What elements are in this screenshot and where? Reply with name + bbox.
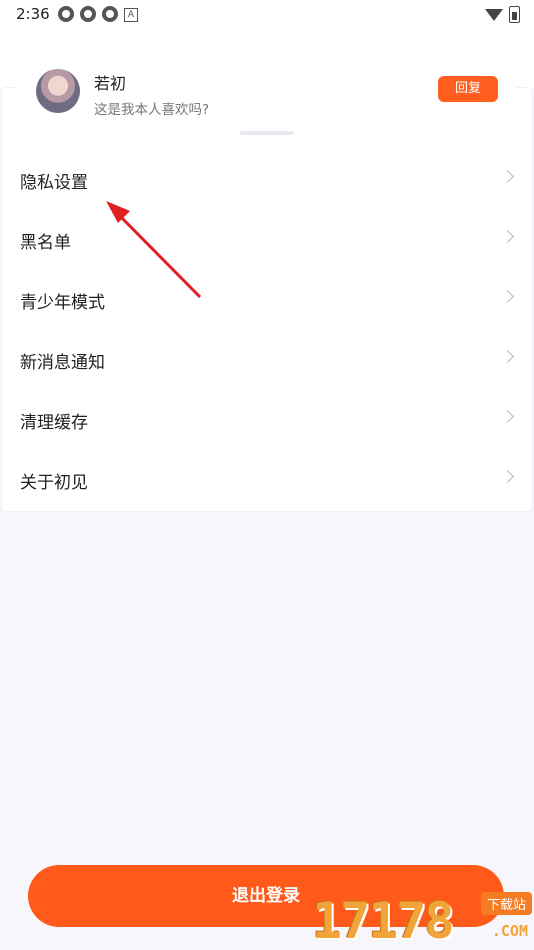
chevron-right-icon: [501, 350, 514, 363]
avatar: [36, 69, 80, 113]
chevron-right-icon: [501, 410, 514, 423]
status-bar: 2:36 A: [0, 0, 534, 28]
menu-item-clear-cache[interactable]: 清理缓存: [2, 388, 532, 448]
menu-item-label: 清理缓存: [20, 413, 88, 433]
message-notification-banner[interactable]: 若初 这是我本人喜欢吗? 回复: [18, 58, 516, 134]
reply-button[interactable]: 回复: [438, 76, 498, 102]
app-notification-icon: [102, 6, 118, 22]
menu-item-label: 青少年模式: [20, 293, 105, 313]
app-notification-icon: [80, 6, 96, 22]
watermark-tag: 下载站: [480, 892, 532, 915]
menu-item-new-message-notifications[interactable]: 新消息通知: [2, 328, 532, 388]
watermark-logo: 17178 下载站 .COM: [308, 888, 534, 950]
chevron-right-icon: [501, 290, 514, 303]
menu-item-label: 黑名单: [20, 233, 71, 253]
watermark-digits: 17178: [312, 892, 455, 950]
menu-item-about[interactable]: 关于初见: [2, 448, 532, 508]
chevron-right-icon: [501, 230, 514, 243]
app-notification-icon: [58, 6, 74, 22]
menu-item-label: 隐私设置: [20, 173, 88, 193]
menu-item-teen-mode[interactable]: 青少年模式: [2, 268, 532, 328]
menu-item-label: 新消息通知: [20, 353, 105, 373]
chevron-right-icon: [501, 470, 514, 483]
watermark-suffix: .COM: [491, 922, 528, 940]
menu-item-blacklist[interactable]: 黑名单: [2, 208, 532, 268]
status-time: 2:36: [16, 5, 50, 23]
notification-sender-name: 若初: [94, 74, 127, 93]
battery-icon: [509, 6, 520, 23]
chevron-right-icon: [501, 170, 514, 183]
status-system-icons: [485, 6, 520, 23]
banner-drag-handle[interactable]: [240, 131, 294, 135]
menu-item-label: 关于初见: [20, 473, 88, 493]
settings-card: 隐私设置 黑名单 青少年模式 新消息通知 清理缓存 关于初见: [2, 88, 532, 511]
accessibility-icon: A: [124, 8, 138, 22]
notification-message: 这是我本人喜欢吗?: [94, 102, 210, 118]
settings-menu: 隐私设置 黑名单 青少年模式 新消息通知 清理缓存 关于初见: [2, 148, 532, 508]
menu-item-privacy-settings[interactable]: 隐私设置: [2, 148, 532, 208]
wifi-icon: [485, 8, 503, 21]
status-notification-icons: A: [58, 6, 138, 22]
